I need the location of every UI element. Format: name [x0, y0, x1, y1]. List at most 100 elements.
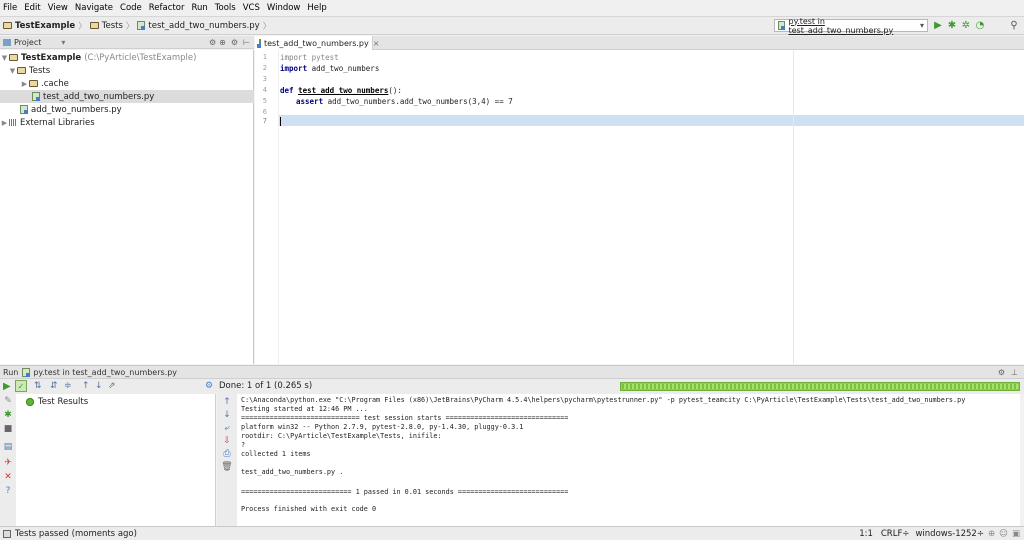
sort-alpha-icon[interactable]: ⇅ [34, 381, 42, 391]
python-file-icon [32, 92, 40, 101]
hide-icon[interactable]: ⊥ [1011, 368, 1018, 377]
python-file-icon [20, 105, 28, 114]
library-icon [9, 119, 17, 126]
line-number: 1 [262, 53, 267, 61]
project-panel-title[interactable]: Project [14, 38, 41, 47]
python-file-icon [778, 21, 787, 30]
run-config-name: py.test in test_add_two_numbers.py [33, 367, 178, 377]
tree-item-external-libraries[interactable]: ▶ External Libraries [0, 116, 254, 129]
sort-duration-icon[interactable]: ⇵ [50, 381, 58, 391]
tab-test-file[interactable]: test_add_two_numbers.py × [255, 36, 379, 50]
menu-run[interactable]: Run [191, 3, 207, 13]
pin-icon[interactable]: ✎ [3, 396, 13, 406]
inspector-icon[interactable]: ☺ [999, 529, 1008, 539]
console-line: =========================== 1 passed in … [241, 488, 569, 496]
run-icon[interactable]: ▶ [932, 19, 944, 31]
hide-icon[interactable]: ⊢ [243, 38, 250, 47]
close-icon[interactable]: × [373, 39, 380, 48]
debug-icon[interactable]: ✱ [946, 19, 958, 31]
menu-refactor[interactable]: Refactor [149, 3, 185, 13]
menu-view[interactable]: View [48, 3, 68, 13]
collapse-all-icon[interactable]: ≑ [64, 381, 72, 391]
project-icon [3, 38, 11, 46]
clear-icon[interactable]: 🗑 [221, 462, 232, 472]
code-line-1: import pytest [280, 53, 339, 62]
caret-position[interactable]: 1:1 [859, 529, 873, 539]
project-tree: ▼ TestExample (C:\PyArticle\TestExample)… [0, 50, 254, 364]
menu-vcs[interactable]: VCS [243, 3, 260, 13]
menu-code[interactable]: Code [120, 3, 142, 13]
tree-item-source-file[interactable]: add_two_numbers.py [0, 103, 254, 116]
help-icon[interactable]: ? [3, 486, 13, 496]
export-icon[interactable]: ⇗ [108, 381, 116, 391]
settings-icon[interactable]: ⚙ [209, 38, 216, 47]
console-output[interactable]: C:\Anaconda\python.exe "C:\Program Files… [237, 394, 1020, 526]
chevron-down-icon[interactable]: ▾ [61, 38, 65, 47]
code-line-4: def test_add_two_numbers(): [280, 86, 402, 95]
line-separator[interactable]: CRLF÷ [881, 529, 910, 539]
expand-arrow-icon[interactable]: ▼ [8, 67, 17, 75]
menu-navigate[interactable]: Navigate [75, 3, 113, 13]
code-editor[interactable]: 1 2 3 4 5 6 7 import pytest import add_t… [255, 50, 1024, 364]
tree-item-cache[interactable]: ▶ .cache [0, 77, 254, 90]
print-icon[interactable]: ⎙ [222, 449, 232, 459]
arrow-down-icon[interactable]: ↓ [222, 410, 232, 420]
status-message[interactable]: Tests passed (moments ago) [15, 529, 137, 539]
tree-item-testexample[interactable]: ▼ TestExample (C:\PyArticle\TestExample) [0, 51, 254, 64]
layout-icon[interactable]: ▤ [3, 442, 13, 452]
test-progress-bar [620, 382, 1020, 391]
breadcrumb-project[interactable]: TestExample [15, 21, 75, 31]
menu-help[interactable]: Help [307, 3, 326, 13]
expand-arrow-icon[interactable]: ▼ [0, 54, 9, 62]
show-passed-icon[interactable]: ✓ [15, 380, 27, 392]
coverage-icon[interactable]: ✲ [960, 19, 972, 31]
tree-item-label: add_two_numbers.py [31, 104, 122, 115]
sync-icon[interactable]: ⊕ [219, 38, 226, 47]
status-bar: Tests passed (moments ago) 1:1 CRLF÷ win… [0, 526, 1024, 540]
lock-icon[interactable]: ⊕ [988, 529, 995, 539]
code-line-5: assert add_two_numbers.add_two_numbers(3… [296, 97, 513, 106]
gear-icon[interactable]: ⚙ [231, 38, 238, 47]
tree-item-tests[interactable]: ▼ Tests [0, 64, 254, 77]
pin-tab-icon[interactable]: ✈ [3, 458, 13, 468]
previous-icon[interactable]: ↑ [82, 381, 90, 391]
event-log-icon[interactable]: ▣ [1012, 529, 1020, 539]
debug-icon[interactable]: ✱ [3, 410, 13, 420]
stop-icon[interactable]: ■ [3, 424, 13, 434]
breadcrumb-file[interactable]: test_add_two_numbers.py [148, 21, 259, 31]
test-results-root[interactable]: Test Results [26, 397, 88, 407]
keyword: def [280, 86, 294, 95]
menu-file[interactable]: File [3, 3, 17, 13]
tree-item-label: test_add_two_numbers.py [43, 91, 155, 102]
tool-windows-icon[interactable] [3, 529, 11, 538]
line-number: 6 [262, 108, 267, 116]
menu-edit[interactable]: Edit [24, 3, 40, 13]
collapse-arrow-icon[interactable]: ▶ [20, 80, 29, 88]
settings-icon[interactable]: ⚙ [205, 381, 213, 391]
tree-item-test-file[interactable]: test_add_two_numbers.py [0, 90, 254, 103]
breadcrumb-folder[interactable]: Tests [102, 21, 123, 31]
search-icon[interactable]: ⚲ [1008, 19, 1020, 31]
close-icon[interactable]: ✕ [3, 472, 13, 482]
line-number: 3 [262, 75, 267, 83]
tree-item-path: (C:\PyArticle\TestExample) [84, 52, 197, 63]
rerun-icon[interactable]: ▶ [3, 381, 11, 392]
profile-icon[interactable]: ◔ [974, 19, 986, 31]
menu-bar: File Edit View Navigate Code Refactor Ru… [0, 0, 1024, 16]
next-icon[interactable]: ↓ [95, 381, 103, 391]
console-line: C:\Anaconda\python.exe "C:\Program Files… [241, 396, 966, 404]
file-encoding[interactable]: windows-1252÷ [915, 529, 984, 539]
settings-icon[interactable]: ⚙ [998, 368, 1005, 377]
tree-item-label: .cache [41, 78, 69, 89]
arrow-up-icon[interactable]: ↑ [222, 397, 232, 407]
text-cursor [280, 117, 281, 126]
collapse-arrow-icon[interactable]: ▶ [0, 119, 9, 127]
menu-tools[interactable]: Tools [215, 3, 236, 13]
folder-icon [29, 80, 38, 87]
chevron-down-icon: ▾ [919, 21, 924, 30]
scroll-end-icon[interactable]: ⇩ [222, 436, 232, 446]
run-config-select[interactable]: py.test in test_add_two_numbers.py ▾ [774, 17, 928, 35]
soft-wrap-icon[interactable]: ⤶ [222, 423, 232, 433]
menu-window[interactable]: Window [267, 3, 301, 13]
console-line: rootdir: C:\PyArticle\TestExample\Tests,… [241, 432, 442, 440]
